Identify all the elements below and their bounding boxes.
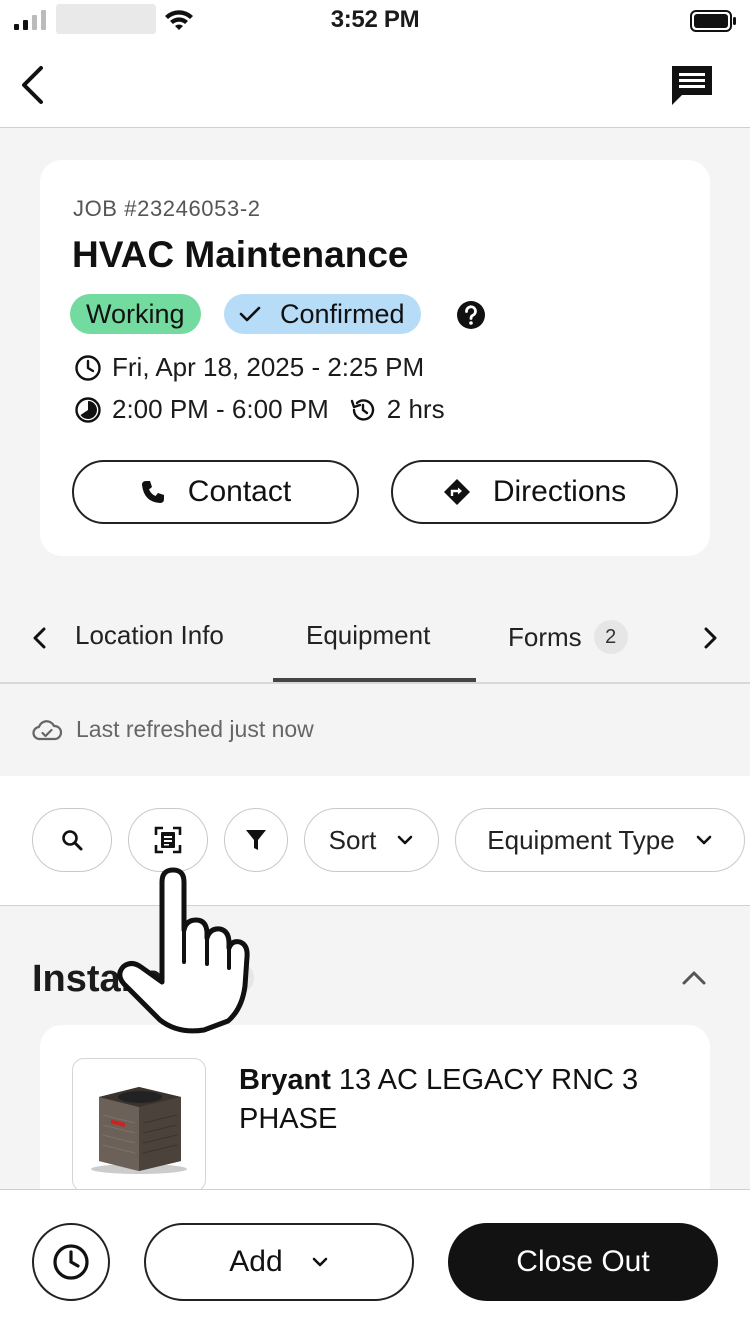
chevron-right-icon [704, 627, 717, 649]
equipment-type-label: Equipment Type [487, 824, 675, 855]
tab-forms-label: Forms [508, 621, 582, 652]
directions-icon [443, 479, 470, 505]
equipment-name: Bryant 13 AC LEGACY RNC 3 PHASE [239, 1061, 669, 1139]
job-date-row: Fri, Apr 18, 2025 - 2:25 PM [74, 352, 424, 383]
job-number: JOB #23246053-2 [73, 196, 261, 221]
refresh-status: Last refreshed just now [32, 716, 314, 743]
job-duration: 2 hrs [386, 394, 445, 424]
bottom-action-bar: Add Close Out [0, 1189, 750, 1334]
search-button[interactable] [32, 808, 112, 872]
clock-icon [53, 1244, 89, 1280]
job-time-window: 2:00 PM - 6:00 PM [112, 394, 329, 424]
messages-button[interactable] [664, 60, 720, 110]
chevron-left-icon [33, 627, 46, 649]
filter-icon [246, 830, 266, 850]
sort-dropdown[interactable]: Sort [304, 808, 439, 872]
job-date: Fri, Apr 18, 2025 - 2:25 PM [112, 352, 425, 382]
chevron-down-icon [398, 835, 413, 845]
scan-button[interactable] [128, 808, 208, 872]
refresh-text: Last refreshed just now [76, 716, 314, 742]
close-out-button[interactable]: Close Out [448, 1223, 718, 1301]
sort-label: Sort [328, 824, 377, 855]
add-label: Add [229, 1245, 283, 1278]
tab-scroll-left-button[interactable] [24, 622, 56, 654]
job-title: HVAC Maintenance [72, 234, 409, 275]
duration-group: 2 hrs [349, 394, 445, 425]
directions-button[interactable]: Directions [391, 460, 678, 524]
contact-button[interactable]: Contact [72, 460, 359, 524]
add-dropdown-button[interactable]: Add [144, 1223, 414, 1301]
contact-label: Contact [187, 475, 292, 508]
active-tab-indicator [273, 678, 476, 682]
back-arrow-icon [22, 66, 43, 104]
ac-unit-image [91, 1087, 187, 1174]
equipment-thumbnail [72, 1058, 206, 1192]
status-bar: 3:52 PM [0, 0, 750, 44]
chevron-down-icon [696, 835, 712, 845]
history-icon [350, 398, 374, 421]
job-time-row: 2:00 PM - 6:00 PM 2 hrs [74, 394, 445, 425]
clock-icon [75, 354, 101, 381]
collapse-section-button[interactable] [676, 960, 712, 996]
job-card: JOB #23246053-2 HVAC Maintenance Working… [40, 160, 710, 556]
tab-bar: Location Info Equipment Forms 2 [0, 590, 750, 684]
status-badge-label: Working [86, 298, 185, 329]
time-window-icon [75, 396, 101, 423]
status-badge-working: Working [70, 294, 201, 334]
nav-bar [0, 44, 750, 128]
time-log-button[interactable] [32, 1223, 110, 1301]
tap-hand-icon [110, 864, 250, 1034]
phone-icon [141, 481, 164, 503]
filter-button[interactable] [224, 808, 288, 872]
equipment-brand: Bryant [239, 1064, 331, 1096]
chevron-up-icon [682, 971, 706, 985]
confirmed-label: Confirmed [280, 298, 405, 329]
directions-label: Directions [492, 475, 627, 508]
tab-forms[interactable]: Forms 2 [508, 620, 628, 654]
status-badge-confirmed: Confirmed [224, 294, 421, 334]
tab-equipment[interactable]: Equipment [306, 620, 430, 651]
cloud-check-icon [32, 719, 62, 740]
scan-icon [154, 826, 182, 854]
battery-icon [690, 9, 738, 33]
tab-scroll-right-button[interactable] [694, 622, 726, 654]
back-button[interactable] [12, 64, 52, 106]
check-icon [239, 306, 261, 322]
status-time: 3:52 PM [330, 6, 420, 33]
chevron-down-icon [312, 1257, 327, 1267]
search-icon [62, 830, 83, 851]
equipment-type-dropdown[interactable]: Equipment Type [455, 808, 745, 872]
forms-count-badge: 2 [593, 620, 628, 654]
chat-icon [672, 66, 712, 105]
help-icon[interactable] [456, 300, 486, 330]
tab-location-info[interactable]: Location Info [75, 620, 224, 651]
